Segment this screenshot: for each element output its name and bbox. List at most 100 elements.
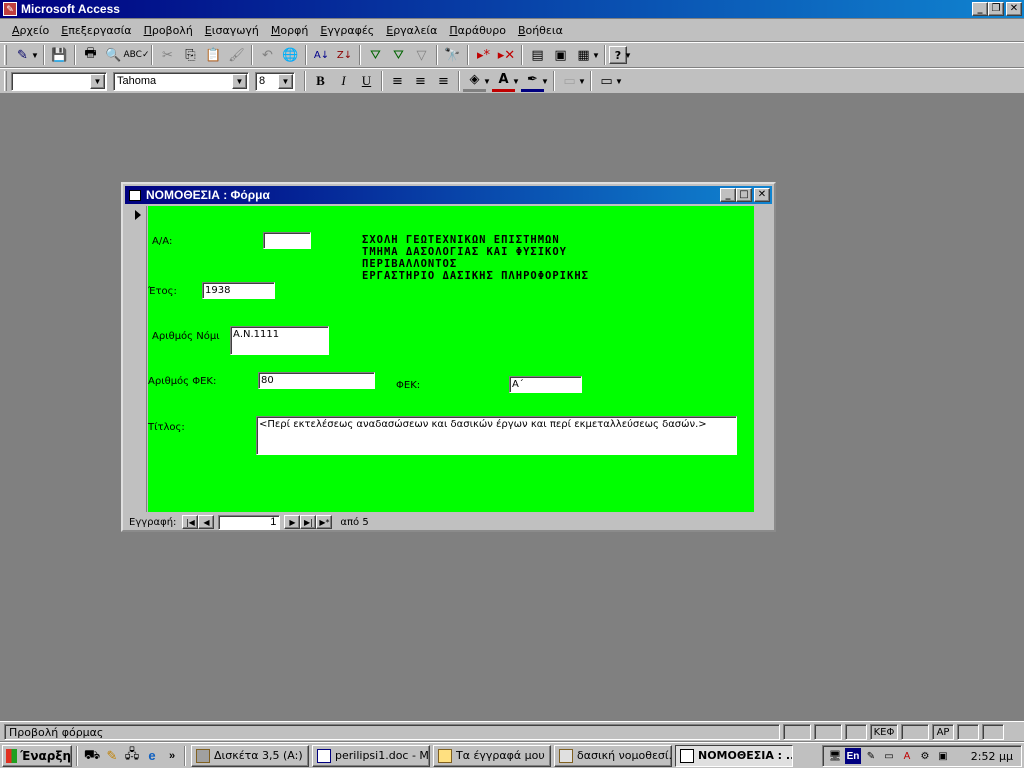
- underline-button[interactable]: U: [355, 70, 378, 92]
- view-dropdown-icon[interactable]: ▼: [30, 51, 40, 60]
- print-icon[interactable]: 🖶: [79, 44, 102, 66]
- fill-color-dropdown-icon[interactable]: ▼: [482, 77, 492, 86]
- chevron-down-icon[interactable]: ▼: [232, 73, 247, 89]
- filter-by-form-icon[interactable]: ⛛: [387, 44, 410, 66]
- italic-button[interactable]: I: [332, 70, 355, 92]
- chevron-down-icon[interactable]: ▼: [278, 73, 293, 89]
- tray-tool-icon[interactable]: ✎: [863, 748, 879, 764]
- filter-by-selection-icon[interactable]: ⛛: [364, 44, 387, 66]
- font-size-combo[interactable]: 8 ▼: [255, 71, 295, 91]
- font-color-dropdown-icon[interactable]: ▼: [511, 77, 521, 86]
- fek-number-field[interactable]: 80: [258, 372, 375, 389]
- apply-filter-icon[interactable]: ▽: [410, 44, 433, 66]
- form-title: ΝΟΜΟΘΕΣΙΑ : Φόρμα: [146, 188, 270, 202]
- special-effect-dropdown-icon[interactable]: ▼: [614, 77, 624, 86]
- menu-format[interactable]: Μορφή: [265, 24, 314, 37]
- sort-ascending-icon[interactable]: A↓: [310, 44, 333, 66]
- app-title-bar[interactable]: ✎ Microsoft Access _ ❐ ✕: [0, 0, 1024, 18]
- new-record-icon[interactable]: ▸*: [472, 44, 495, 66]
- object-combo[interactable]: ▼: [11, 71, 107, 91]
- aa-field[interactable]: [263, 232, 311, 249]
- menu-window[interactable]: Παράθυρο: [443, 24, 512, 37]
- delete-record-icon[interactable]: ▸✕: [495, 44, 518, 66]
- new-record-nav-icon[interactable]: ▶*: [316, 515, 333, 529]
- record-count-label: από 5: [340, 516, 369, 528]
- menu-help[interactable]: Βοήθεια: [512, 24, 569, 37]
- language-indicator[interactable]: En: [845, 748, 861, 764]
- tray-acrobat-icon[interactable]: A: [899, 748, 915, 764]
- vertical-scrollbar[interactable]: [754, 206, 770, 512]
- close-button[interactable]: ✕: [1006, 2, 1022, 16]
- database-window-icon[interactable]: ▣: [549, 44, 572, 66]
- heading-line: ΠΕΡΙΒΑΛΛΟΝΤΟΣ: [362, 258, 458, 270]
- tray-monitor-icon[interactable]: 🖥: [827, 748, 843, 764]
- title-field[interactable]: <Περί εκτελέσεως αναδασώσεων και δασικών…: [256, 416, 737, 455]
- form-icon[interactable]: [129, 189, 141, 201]
- num-indicator: ΑΡ: [932, 723, 954, 740]
- new-object-dropdown-icon[interactable]: ▼: [591, 51, 601, 60]
- access-app-icon[interactable]: ✎: [3, 2, 17, 16]
- task-word-document[interactable]: perilipsi1.doc - Mi...: [312, 744, 430, 767]
- menu-records[interactable]: Εγγραφές: [314, 24, 380, 37]
- font-combo[interactable]: Tahoma ▼: [113, 71, 249, 91]
- border-width-dropdown-icon[interactable]: ▼: [577, 77, 587, 86]
- spelling-icon[interactable]: ABC✓: [124, 44, 150, 66]
- fek-field[interactable]: Α΄: [509, 376, 582, 393]
- align-center-icon[interactable]: ≡: [409, 70, 432, 92]
- next-record-icon[interactable]: ▶: [284, 515, 301, 529]
- form-minimize-button[interactable]: _: [720, 188, 736, 202]
- bold-button[interactable]: B: [309, 70, 332, 92]
- quicklaunch-more-icon[interactable]: »: [162, 746, 182, 766]
- form-maximize-button[interactable]: □: [736, 188, 752, 202]
- last-record-icon[interactable]: ▶|: [300, 515, 317, 529]
- paste-icon[interactable]: 📋: [202, 44, 225, 66]
- form-title-bar[interactable]: ΝΟΜΟΘΕΣΙΑ : Φόρμα _ □ ✕: [125, 186, 772, 204]
- clock[interactable]: 2:52 μμ: [971, 750, 1013, 763]
- restore-button[interactable]: ❐: [988, 2, 1004, 16]
- toolbar-grip[interactable]: [4, 45, 7, 65]
- menu-view[interactable]: Προβολή: [138, 24, 199, 37]
- minimize-button[interactable]: _: [972, 2, 988, 16]
- quicklaunch-pencil-icon[interactable]: ✎: [102, 746, 122, 766]
- align-left-icon[interactable]: ≡: [386, 70, 409, 92]
- sort-descending-icon[interactable]: Z↓: [333, 44, 356, 66]
- start-button[interactable]: Έναρξη: [2, 744, 72, 767]
- task-my-documents[interactable]: Τα έγγραφά μου: [433, 744, 551, 767]
- cut-icon[interactable]: ✂: [156, 44, 179, 66]
- task-form-active[interactable]: ΝΟΜΟΘΕΣΙΑ : ...: [675, 744, 793, 767]
- internet-explorer-icon[interactable]: e: [142, 746, 162, 766]
- menu-file[interactable]: Αρχείο: [6, 24, 55, 37]
- year-field[interactable]: 1938: [202, 282, 275, 299]
- form-close-button[interactable]: ✕: [754, 188, 770, 202]
- law-number-field[interactable]: Α.Ν.1111: [230, 326, 329, 355]
- tray-settings-icon[interactable]: ⚙: [917, 748, 933, 764]
- task-floppy[interactable]: Δισκέτα 3,5 (A:): [191, 744, 309, 767]
- menu-tools[interactable]: Εργαλεία: [380, 24, 443, 37]
- print-preview-icon[interactable]: 🔍: [102, 44, 125, 66]
- help-dropdown-icon[interactable]: ▼: [623, 51, 633, 60]
- chevron-down-icon[interactable]: ▼: [90, 73, 105, 89]
- find-icon[interactable]: 🔭: [441, 44, 464, 66]
- undo-icon[interactable]: ↶: [256, 44, 279, 66]
- menu-insert[interactable]: Εισαγωγή: [199, 24, 265, 37]
- line-color-dropdown-icon[interactable]: ▼: [540, 77, 550, 86]
- insert-hyperlink-icon[interactable]: 🌐: [279, 44, 302, 66]
- task-label: δασική νομοθεσί...: [577, 749, 672, 762]
- task-database[interactable]: δασική νομοθεσί...: [554, 744, 672, 767]
- format-painter-icon[interactable]: 🖌: [225, 44, 248, 66]
- current-record-field[interactable]: 1: [218, 514, 281, 530]
- record-selector[interactable]: [129, 206, 147, 512]
- previous-record-icon[interactable]: ◀: [198, 515, 215, 529]
- tray-display-icon[interactable]: ▭: [881, 748, 897, 764]
- quicklaunch-network-icon[interactable]: 🖧: [122, 746, 142, 766]
- save-icon[interactable]: 💾: [48, 44, 71, 66]
- form-window[interactable]: ΝΟΜΟΘΕΣΙΑ : Φόρμα _ □ ✕ ΣΧΟΛΗ ΓΕΩΤΕΧΝΙΚΩ…: [121, 182, 776, 532]
- toolbar-grip[interactable]: [4, 71, 7, 91]
- copy-icon[interactable]: ⎘: [179, 44, 202, 66]
- align-right-icon[interactable]: ≡: [432, 70, 455, 92]
- tray-network-icon[interactable]: ▣: [935, 748, 951, 764]
- properties-icon[interactable]: ▤: [526, 44, 549, 66]
- quicklaunch-desktop-icon[interactable]: ⛟: [82, 746, 102, 766]
- menu-edit[interactable]: Επεξεργασία: [55, 24, 137, 37]
- first-record-icon[interactable]: |◀: [182, 515, 199, 529]
